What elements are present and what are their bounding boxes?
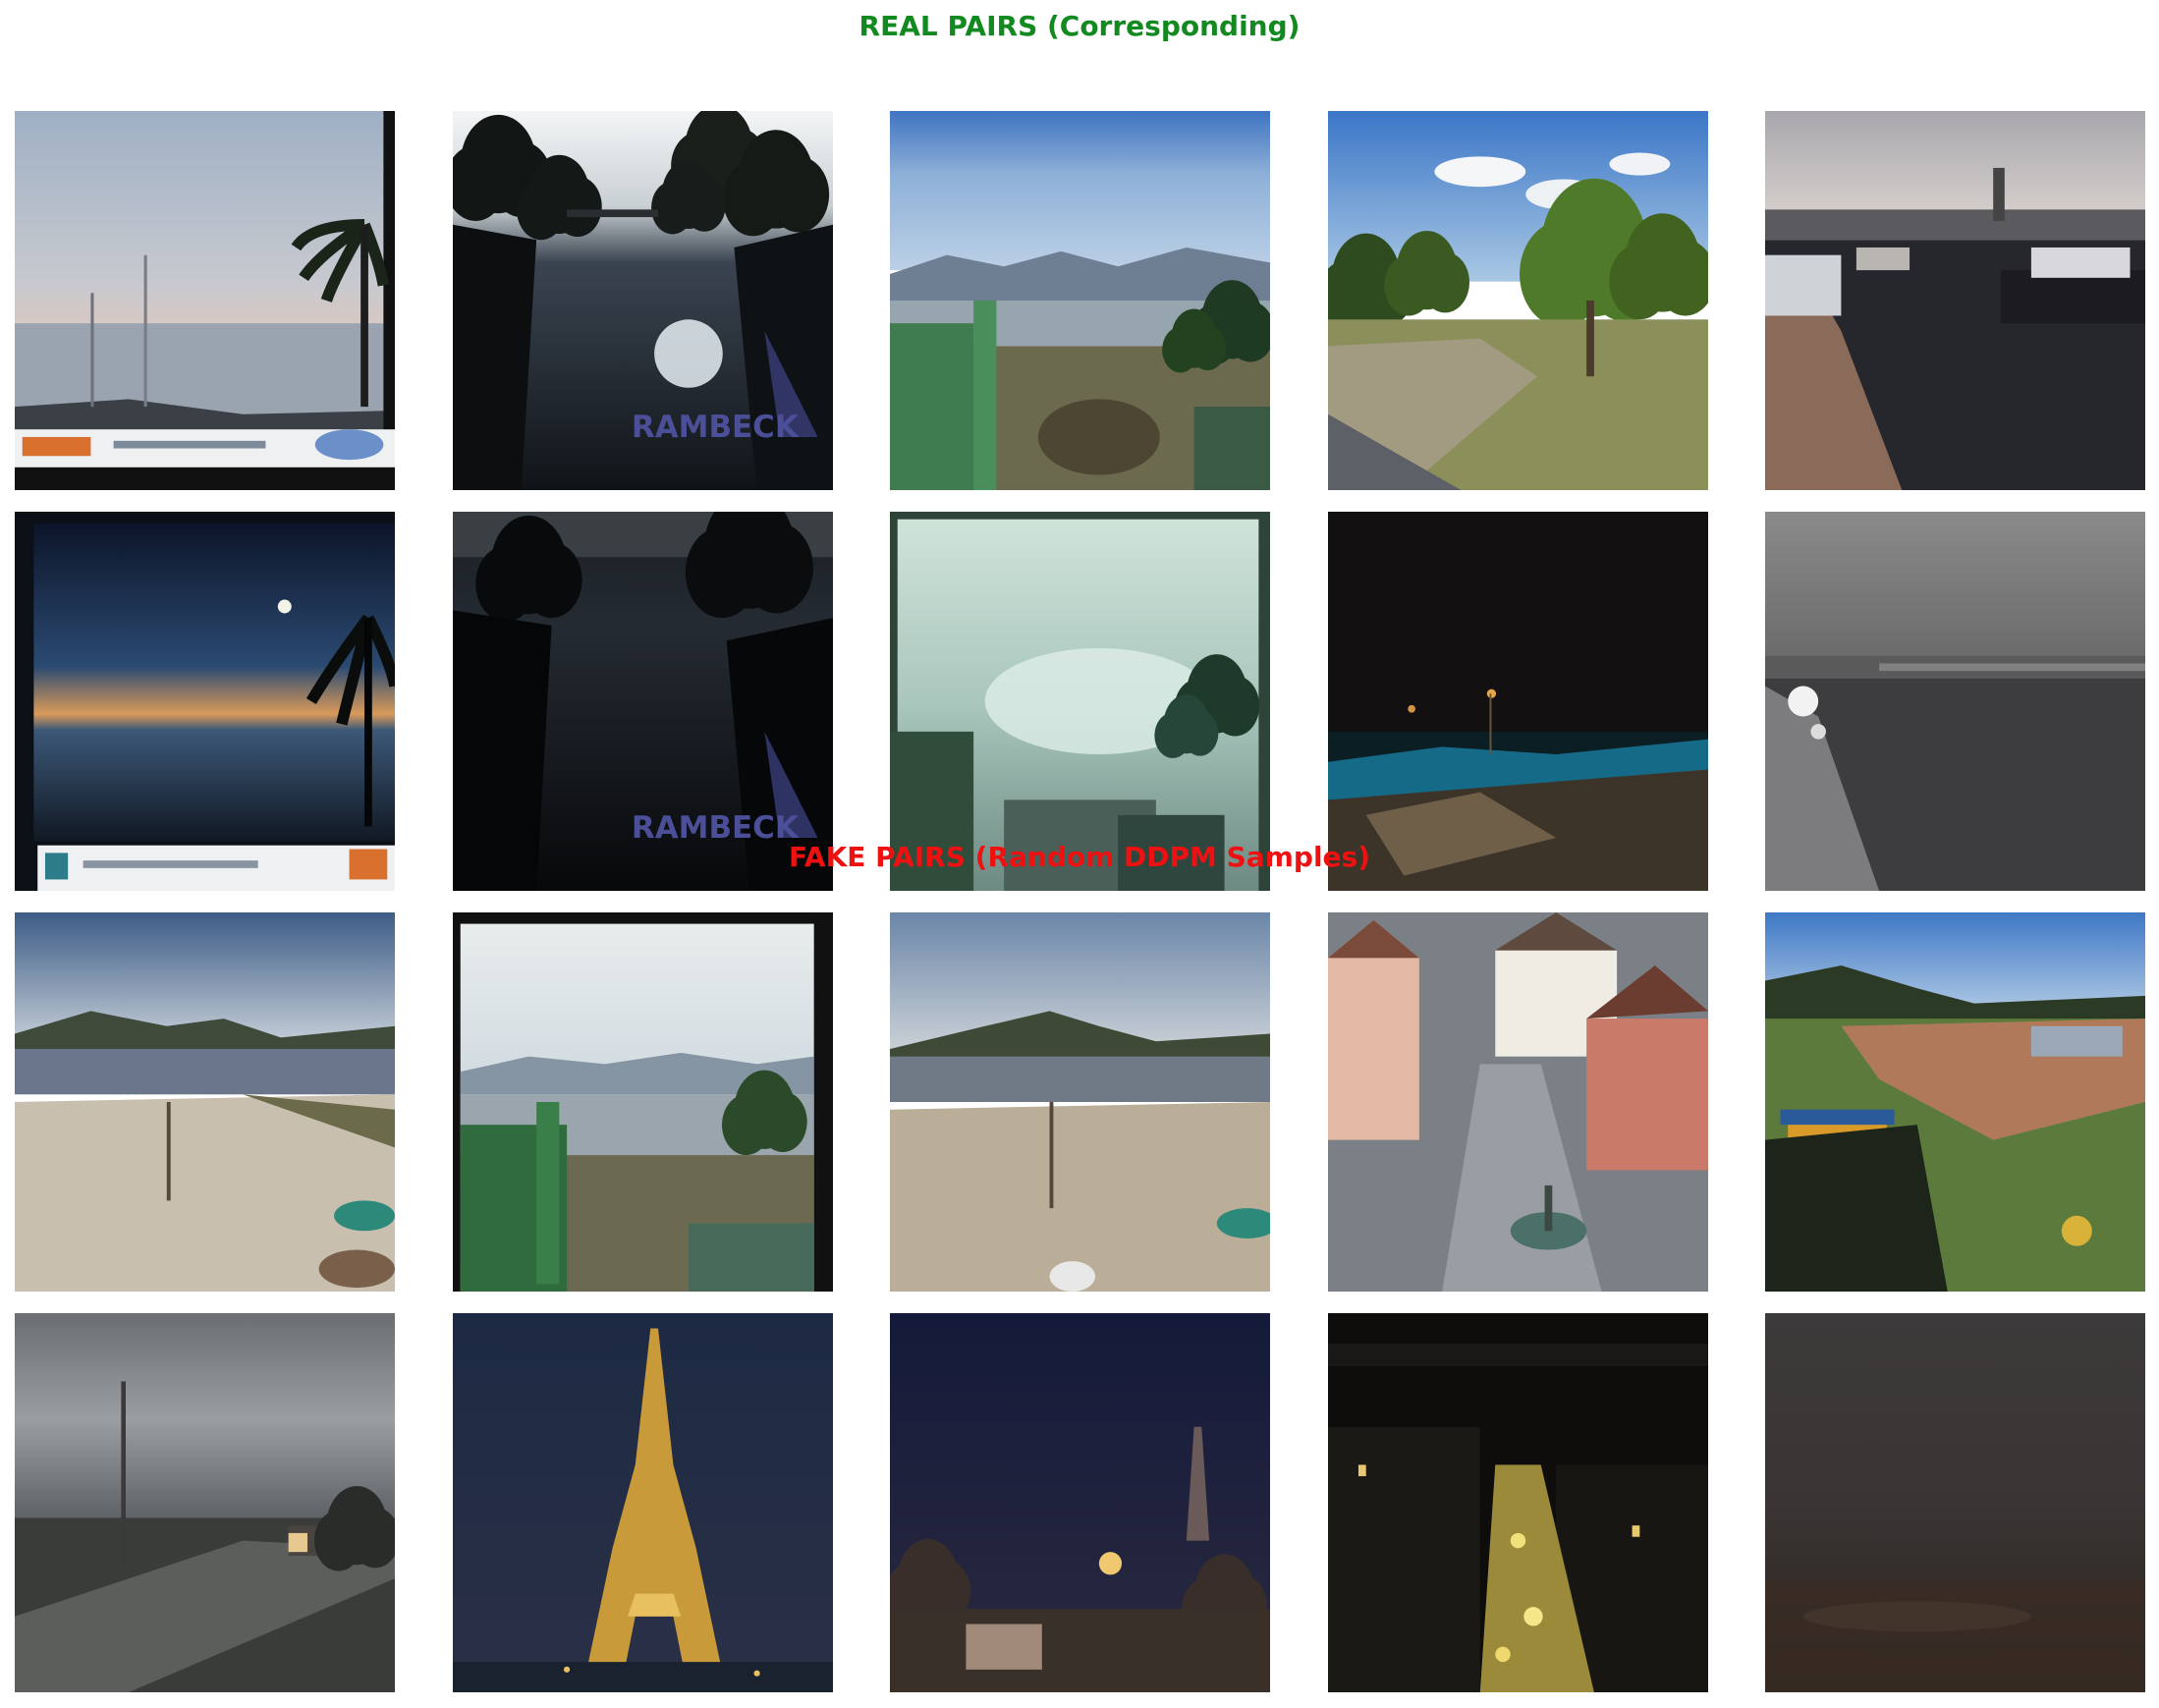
photo-image: [15, 111, 395, 490]
photo-panel-dark-river-rambeck-watermark: RAMBECK: [453, 512, 833, 891]
photo-panel-night-park-lights: [1328, 512, 1708, 891]
photo-panel-park-trees-blue-sky: [1328, 111, 1708, 490]
photo-panel-lake-mountains-green-building: [890, 111, 1270, 490]
photo-image: [890, 912, 1270, 1292]
photo-panel-harbor-ships-dusk: [1765, 111, 2145, 490]
photo-panel-night-church-lights: [890, 1313, 1270, 1692]
photo-image: RAMBECK: [453, 512, 833, 891]
photo-image: [1765, 111, 2145, 490]
photo-image: [1328, 1313, 1708, 1692]
photo-panel-night-city-street-lights: [1328, 1313, 1708, 1692]
photo-panel-eiffel-tower-night: [453, 1313, 833, 1692]
photo-panel-lake-mountains-green-building-framed: [453, 912, 833, 1292]
photo-image: [15, 912, 395, 1292]
photo-panel-town-square-houses-fountain: [1328, 912, 1708, 1292]
photo-image: [1328, 912, 1708, 1292]
svg-text:RAMBECK: RAMBECK: [632, 410, 800, 445]
photo-image: [1765, 1313, 2145, 1692]
photo-image: [453, 912, 833, 1292]
photo-image: RAMBECK: [453, 111, 833, 490]
photo-panel-foggy-harbor-grey: [1765, 512, 2145, 891]
photo-image: [1328, 111, 1708, 490]
photo-panel-overcast-road-lamp: [15, 1313, 395, 1692]
photo-image: [15, 1313, 395, 1692]
photo-image: [1765, 512, 2145, 891]
photo-panel-construction-field-hills: [1765, 912, 2145, 1292]
photo-image: [890, 1313, 1270, 1692]
photo-panel-lake-night-moon-palm: [15, 512, 395, 891]
photo-panel-lake-sunset-with-palm-and-logo-banner: [15, 111, 395, 490]
photo-image: [890, 512, 1270, 891]
photo-panel-lake-beach-hills-2: [890, 912, 1270, 1292]
photo-panel-dark-river-with-trees-rambeck-watermark: RAMBECK: [453, 111, 833, 490]
photo-image: [1765, 912, 2145, 1292]
photo-image: [453, 1313, 833, 1692]
photo-panel-foggy-lake-green-building: [890, 512, 1270, 891]
fake-pairs-title: FAKE PAIRS (Random DDPM Samples): [788, 841, 1370, 873]
photo-panel-lake-beach-hills: [15, 912, 395, 1292]
photo-image: [890, 111, 1270, 490]
photo-image: [15, 512, 395, 891]
photo-image: [1328, 512, 1708, 891]
photo-panel-dark-fog-brown: [1765, 1313, 2145, 1692]
